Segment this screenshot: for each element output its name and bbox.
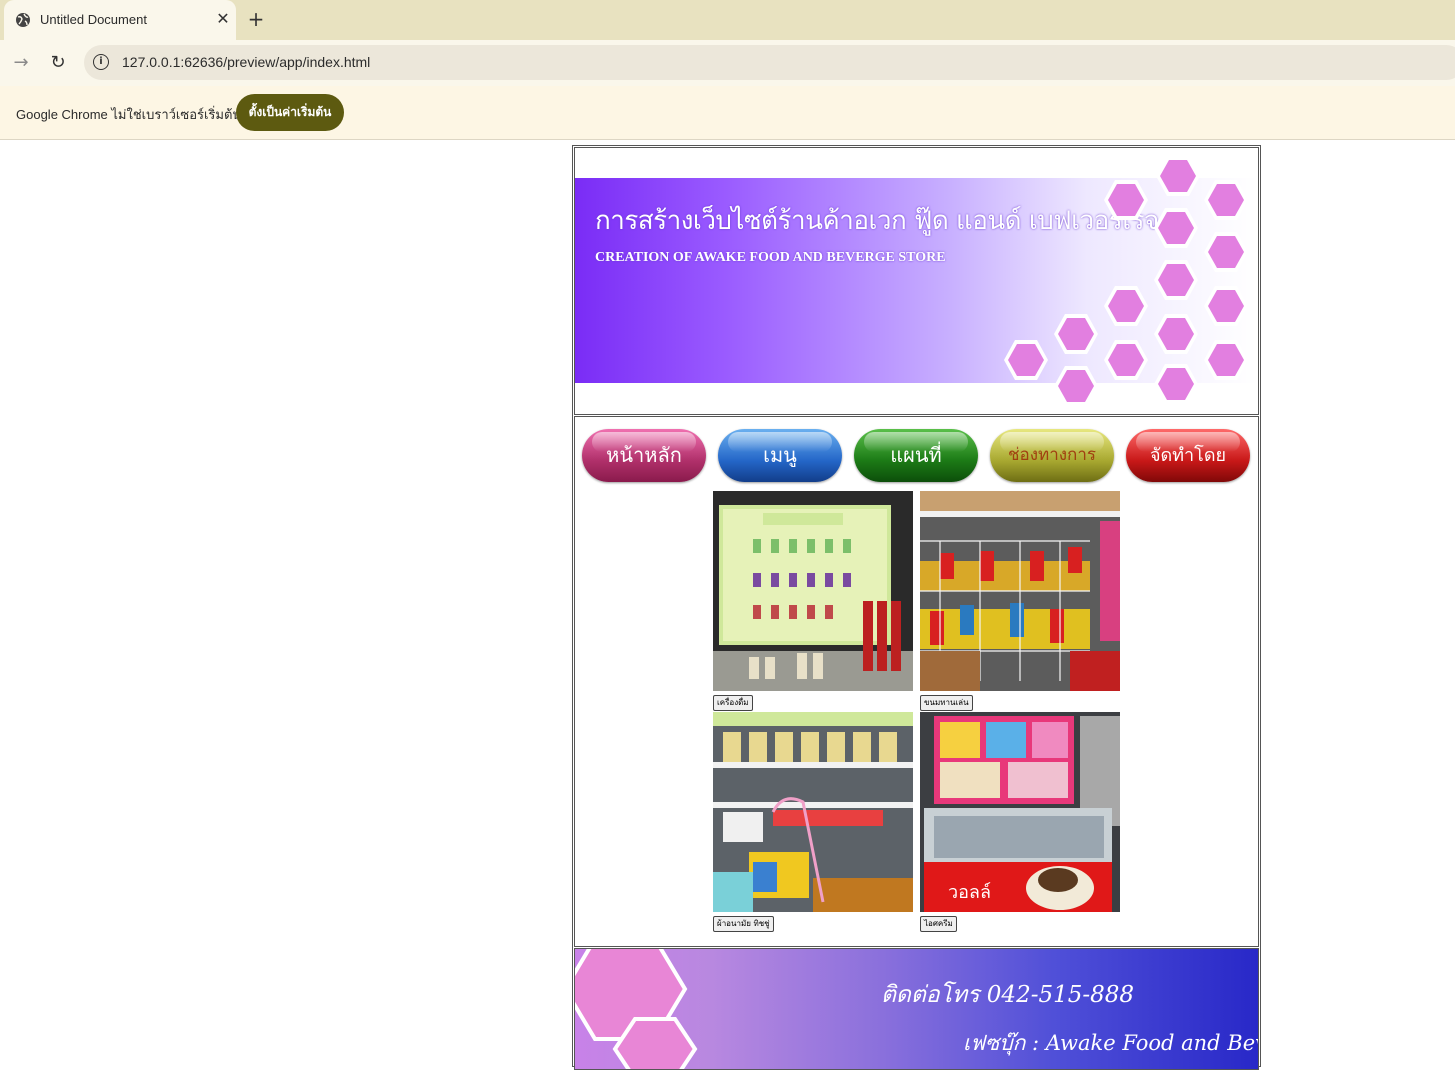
hexagon-decoration [1004,156,1248,406]
layout-table: การสร้างเว็บไซต์ร้านค้าอเวก ฟู๊ด แอนด์ เ… [572,145,1261,1070]
footer-section: ติดต่อโทร 042-515-888 เฟซบุ๊ก : Awake Fo… [574,948,1259,1070]
address-bar[interactable]: i 127.0.0.1:62636/preview/app/index.html [84,45,1455,80]
snacks-photo[interactable] [920,491,1120,691]
footer-hexagon-decoration [575,949,698,1069]
infobar-message: Google Chrome ไม่ใช่เบราว์เซอร์เริ่มต้น [16,107,242,122]
gallery-caption-button[interactable]: ขนมทานเล่น [920,695,973,711]
footer-facebook: เฟซบุ๊ก : Awake Food and Beverage [963,1031,1258,1055]
nav-menu-button[interactable]: เมนู [718,429,842,482]
tab-title: Untitled Document [40,12,147,27]
url-text[interactable]: 127.0.0.1:62636/preview/app/index.html [122,54,370,70]
default-browser-infobar: Google Chrome ไม่ใช่เบราว์เซอร์เริ่มต้น … [0,86,1455,140]
gallery-caption-button[interactable]: ผ้าอนามัย ทิชชู่ [713,916,774,932]
browser-toolbar: → ↻ i 127.0.0.1:62636/preview/app/index.… [0,40,1455,86]
icecream-photo[interactable]: วอลล์ [920,712,1120,912]
globe-icon [16,13,30,27]
banner-subtitle: CREATION OF AWAKE FOOD AND BEVERGE STORE [595,250,946,265]
svg-text:วอลล์: วอลล์ [948,882,991,903]
nav-map-button[interactable]: แผนที่ [854,429,978,482]
forward-arrow-icon[interactable]: → [10,52,32,74]
close-icon[interactable]: ✕ [213,9,233,29]
nav-contact-button[interactable]: ช่องทางการติดต่อ [990,429,1114,518]
drinks-photo[interactable] [713,491,913,691]
menu-section: หน้าหลัก เมนู แผนที่ ช่องทางการติดต่อ จั… [574,416,1259,947]
reload-icon[interactable]: ↻ [47,52,69,74]
nav-home-button[interactable]: หน้าหลัก [582,429,706,482]
tab-strip: Untitled Document ✕ + [0,0,1455,40]
new-tab-button[interactable]: + [245,8,267,30]
header-banner: การสร้างเว็บไซต์ร้านค้าอเวก ฟู๊ด แอนด์ เ… [574,147,1259,415]
set-default-button[interactable]: ตั้งเป็นค่าเริ่มต้น [236,94,344,131]
sanitary-photo[interactable] [713,712,913,912]
gallery-caption-button[interactable]: ไอศครีม [920,916,957,932]
nav-author-button[interactable]: จัดทำโดย [1126,429,1250,482]
info-icon[interactable]: i [93,54,109,70]
gallery-caption-button[interactable]: เครื่องดื่ม [713,695,753,711]
browser-tab[interactable]: Untitled Document ✕ [4,0,236,40]
footer-phone: ติดต่อโทร 042-515-888 [881,982,1135,1008]
